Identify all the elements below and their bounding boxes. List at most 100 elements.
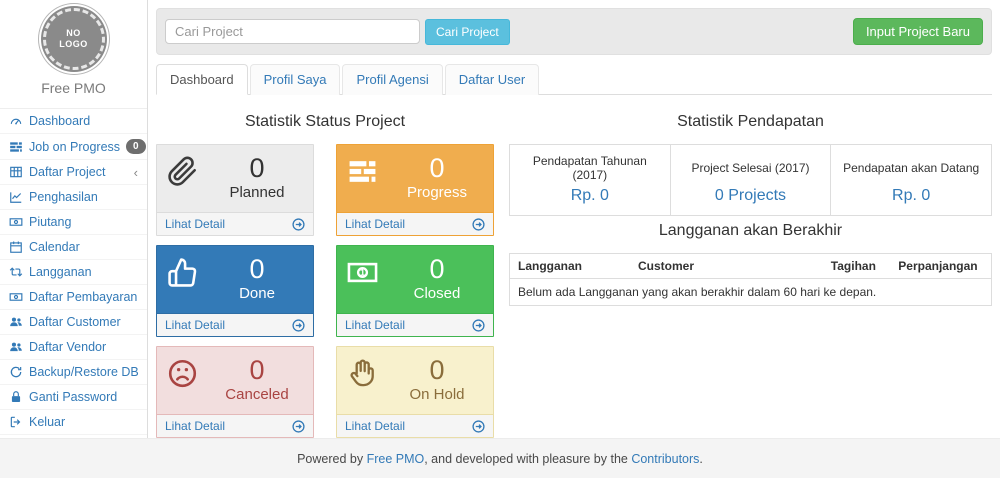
money-icon bbox=[9, 215, 23, 229]
income-section-title: Statistik Pendapatan bbox=[509, 113, 992, 131]
sidebar-item-daftar-customer[interactable]: Daftar Customer bbox=[0, 310, 147, 335]
tab-daftar-user[interactable]: Daftar User bbox=[445, 64, 539, 95]
sidebar-item-label: Ganti Password bbox=[29, 390, 117, 404]
column-header: Customer bbox=[630, 254, 823, 279]
progress-label: Progress bbox=[389, 184, 485, 202]
canceled-detail-link[interactable]: Lihat Detail bbox=[157, 414, 313, 437]
arrow-circle-right-icon bbox=[292, 218, 305, 231]
sidebar-item-piutang[interactable]: Piutang bbox=[0, 210, 147, 235]
sidebar-item-label: Keluar bbox=[29, 415, 65, 429]
canceled-count: 0 bbox=[209, 355, 305, 386]
tab-profil-agensi[interactable]: Profil Agensi bbox=[342, 64, 442, 95]
logo-text-line1: NO bbox=[66, 28, 81, 39]
detail-link-label: Lihat Detail bbox=[165, 318, 225, 332]
free-pmo-link[interactable]: Free PMO bbox=[367, 452, 425, 466]
users-icon bbox=[9, 315, 23, 329]
thumbs-up-icon bbox=[167, 254, 209, 309]
done-detail-link[interactable]: Lihat Detail bbox=[157, 313, 313, 336]
dashboard-tabs: Dashboard Profil Saya Profil Agensi Daft… bbox=[156, 63, 992, 95]
sidebar-item-label: Daftar Project bbox=[29, 165, 105, 179]
sidebar-item-daftar-project[interactable]: Daftar Project ‹ bbox=[0, 160, 147, 185]
sidebar-item-daftar-pembayaran[interactable]: Daftar Pembayaran bbox=[0, 285, 147, 310]
sidebar-item-ganti-password[interactable]: Ganti Password bbox=[0, 385, 147, 410]
progress-detail-link[interactable]: Lihat Detail bbox=[337, 212, 493, 235]
sidebar-item-dashboard[interactable]: Dashboard bbox=[0, 109, 147, 134]
no-logo-badge: NO LOGO bbox=[43, 8, 105, 70]
main-content: Cari Project Input Project Baru Dashboar… bbox=[148, 0, 1000, 438]
planned-count: 0 bbox=[209, 153, 305, 184]
search-button[interactable]: Cari Project bbox=[425, 19, 510, 45]
svg-text:1: 1 bbox=[360, 267, 365, 277]
arrow-circle-right-icon bbox=[472, 218, 485, 231]
status-cards-grid: 0 Planned Lihat Detail bbox=[156, 144, 494, 438]
sign-out-icon bbox=[9, 415, 23, 429]
retweet-icon bbox=[9, 265, 23, 279]
sidebar-item-label: Piutang bbox=[29, 215, 71, 229]
income-stats-table: Pendapatan Tahunan (2017) Project Selesa… bbox=[509, 144, 992, 216]
canceled-label: Canceled bbox=[209, 386, 305, 404]
sidebar-item-label: Daftar Customer bbox=[29, 315, 121, 329]
closed-detail-link[interactable]: Lihat Detail bbox=[337, 313, 493, 336]
status-card-closed: 1 0 Closed Lihat Detail bbox=[336, 245, 494, 337]
planned-label: Planned bbox=[209, 184, 305, 202]
project-search-bar: Cari Project Input Project Baru bbox=[156, 8, 992, 55]
sidebar-item-penghasilan[interactable]: Penghasilan bbox=[0, 185, 147, 210]
tab-profil-saya[interactable]: Profil Saya bbox=[250, 64, 341, 95]
sidebar-item-label: Calendar bbox=[29, 240, 80, 254]
sidebar-item-daftar-vendor[interactable]: Daftar Vendor bbox=[0, 335, 147, 360]
table-icon bbox=[9, 165, 23, 179]
sidebar-item-label: Daftar Pembayaran bbox=[29, 290, 137, 304]
income-header: Pendapatan Tahunan (2017) bbox=[510, 145, 671, 186]
tab-dashboard[interactable]: Dashboard bbox=[156, 64, 248, 95]
refresh-icon bbox=[9, 365, 23, 379]
contributors-link[interactable]: Contributors bbox=[631, 452, 699, 466]
subscription-section-title: Langganan akan Berakhir bbox=[509, 222, 992, 240]
sidebar-item-langganan[interactable]: Langganan bbox=[0, 260, 147, 285]
search-input[interactable] bbox=[165, 19, 420, 44]
right-panel: Statistik Pendapatan Pendapatan Tahunan … bbox=[509, 107, 992, 438]
logo-text-line2: LOGO bbox=[59, 39, 88, 50]
arrow-circle-right-icon bbox=[472, 420, 485, 433]
status-card-canceled: 0 Canceled Lihat Detail bbox=[156, 346, 314, 438]
sidebar-item-calendar[interactable]: Calendar bbox=[0, 235, 147, 260]
income-value: 0 Projects bbox=[670, 185, 831, 216]
arrow-circle-right-icon bbox=[472, 319, 485, 332]
tasks-icon bbox=[347, 153, 389, 208]
sidebar-item-job-on-progress[interactable]: Job on Progress 0 bbox=[0, 134, 147, 160]
onhold-detail-link[interactable]: Lihat Detail bbox=[337, 414, 493, 437]
column-header: Langganan bbox=[510, 254, 631, 279]
dashboard-icon bbox=[9, 114, 23, 128]
empty-state-message: Belum ada Langganan yang akan berakhir d… bbox=[510, 279, 992, 306]
sidebar-item-label: Backup/Restore DB bbox=[29, 365, 139, 379]
status-section-title: Statistik Status Project bbox=[156, 113, 494, 131]
users-icon bbox=[9, 340, 23, 354]
status-card-on-hold: 0 On Hold Lihat Detail bbox=[336, 346, 494, 438]
paperclip-icon bbox=[167, 153, 209, 208]
subscription-section: Langganan akan Berakhir Langganan Custom… bbox=[509, 222, 992, 306]
tasks-icon bbox=[9, 140, 23, 154]
logo-area: NO LOGO Free PMO bbox=[0, 0, 147, 108]
status-card-planned: 0 Planned Lihat Detail bbox=[156, 144, 314, 236]
planned-detail-link[interactable]: Lihat Detail bbox=[157, 212, 313, 235]
sidebar-item-backup-restore-db[interactable]: Backup/Restore DB bbox=[0, 360, 147, 385]
page-footer: Powered by Free PMO, and developed with … bbox=[0, 438, 1000, 478]
sidebar-item-label: Dashboard bbox=[29, 114, 90, 128]
sidebar-item-label: Penghasilan bbox=[29, 190, 98, 204]
money-icon: 1 bbox=[347, 254, 389, 309]
sidebar-item-keluar[interactable]: Keluar bbox=[0, 410, 147, 435]
sidebar-item-label: Langganan bbox=[29, 265, 92, 279]
hand-paper-icon bbox=[347, 355, 389, 410]
calendar-icon bbox=[9, 240, 23, 254]
frown-icon bbox=[167, 355, 209, 410]
new-project-button[interactable]: Input Project Baru bbox=[853, 18, 983, 45]
income-value: Rp. 0 bbox=[831, 185, 992, 216]
arrow-circle-right-icon bbox=[292, 319, 305, 332]
money-icon bbox=[9, 290, 23, 304]
onhold-label: On Hold bbox=[389, 386, 485, 404]
detail-link-label: Lihat Detail bbox=[165, 217, 225, 231]
closed-count: 0 bbox=[389, 254, 485, 285]
footer-text: , and developed with pleasure by the bbox=[424, 452, 631, 466]
income-header: Pendapatan akan Datang bbox=[831, 145, 992, 186]
sidebar-item-label: Daftar Vendor bbox=[29, 340, 106, 354]
line-chart-icon bbox=[9, 190, 23, 204]
